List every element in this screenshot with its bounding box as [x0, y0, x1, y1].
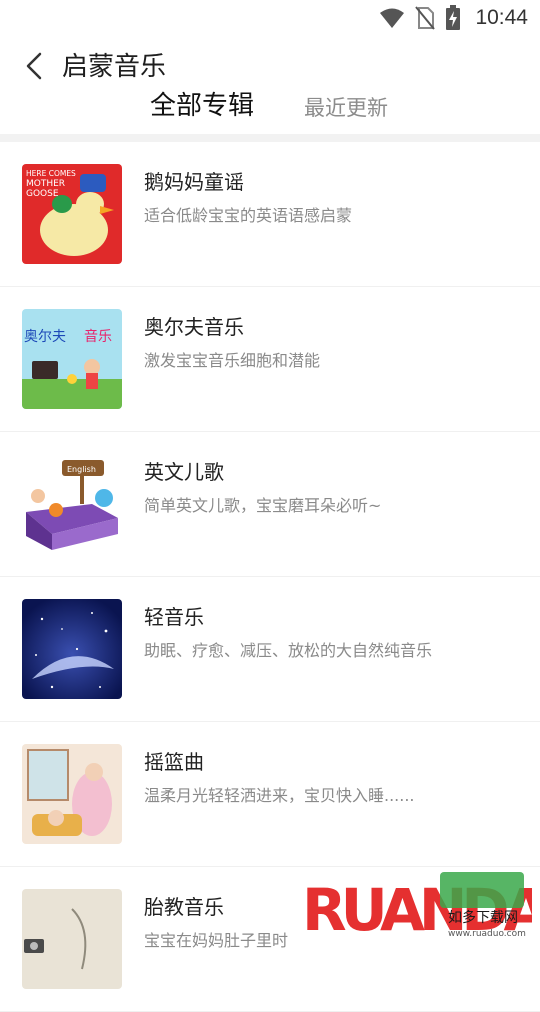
- svg-text:奥尔夫: 奥尔夫: [24, 328, 66, 345]
- prenatal-cover: [22, 889, 122, 989]
- album-row-orff[interactable]: 奥尔夫 音乐 奥尔夫音乐 激发宝宝音乐细胞和潜能: [0, 287, 540, 432]
- tab-bar: 全部专辑 最近更新: [0, 86, 540, 130]
- album-title: 轻音乐: [144, 605, 204, 629]
- tab-recent-updates[interactable]: 最近更新: [304, 90, 388, 126]
- album-title: 胎教音乐: [144, 895, 224, 919]
- album-description: 适合低龄宝宝的英语语感启蒙: [144, 206, 353, 225]
- album-description: 助眠、疗愈、减压、放松的大自然纯音乐: [144, 641, 433, 660]
- album-description: 温柔月光轻轻洒进来，宝贝快入睡......: [144, 786, 415, 805]
- album-title: 英文儿歌: [144, 460, 224, 484]
- album-description: 简单英文儿歌，宝宝磨耳朵必听~: [144, 496, 382, 515]
- status-time: 10:44: [475, 6, 528, 29]
- lullaby-cover: [22, 744, 122, 844]
- no-sim-icon: [415, 6, 436, 30]
- wifi-icon: [380, 8, 405, 28]
- mother-goose-cover: HERE COMES MOTHER GOOSE: [22, 164, 122, 264]
- svg-text:www.ruaduo.com: www.ruaduo.com: [448, 929, 526, 939]
- status-bar: 10:44: [0, 0, 540, 36]
- svg-text:English: English: [67, 465, 96, 474]
- watermark-logo: RUANDADO 如多下载网 www.ruaduo.com: [300, 868, 540, 954]
- album-row-light-music[interactable]: 轻音乐 助眠、疗愈、减压、放松的大自然纯音乐: [0, 577, 540, 722]
- back-button[interactable]: [18, 50, 50, 82]
- svg-text:音乐: 音乐: [84, 328, 112, 345]
- tab-all-albums[interactable]: 全部专辑: [150, 86, 254, 126]
- album-row-mother-goose[interactable]: HERE COMES MOTHER GOOSE 鹅妈妈童谣 适合低龄宝宝的英语语…: [0, 142, 540, 287]
- divider: [0, 134, 540, 142]
- album-description: 激发宝宝音乐细胞和潜能: [144, 351, 321, 370]
- album-title: 鹅妈妈童谣: [144, 170, 244, 194]
- svg-text:GOOSE: GOOSE: [26, 189, 59, 199]
- album-row-lullaby[interactable]: 摇篮曲 温柔月光轻轻洒进来，宝贝快入睡......: [0, 722, 540, 867]
- svg-text:HERE COMES: HERE COMES: [26, 169, 76, 178]
- page-title: 启蒙音乐: [62, 52, 167, 82]
- album-title: 奥尔夫音乐: [144, 315, 244, 339]
- battery-charging-icon: [446, 5, 461, 30]
- svg-text:MOTHER: MOTHER: [26, 179, 65, 189]
- orff-music-cover: 奥尔夫 音乐: [22, 309, 122, 409]
- album-description: 宝宝在妈妈肚子里时: [144, 931, 289, 950]
- chevron-left-icon: [26, 52, 42, 80]
- album-title: 摇篮曲: [144, 750, 204, 774]
- svg-text:如多下载网: 如多下载网: [448, 909, 518, 926]
- night-sky-cover: [22, 599, 122, 699]
- album-row-english-songs[interactable]: English 英文儿歌 简单英文儿歌，宝宝磨耳朵必听~: [0, 432, 540, 577]
- english-songs-cover: English: [22, 454, 122, 554]
